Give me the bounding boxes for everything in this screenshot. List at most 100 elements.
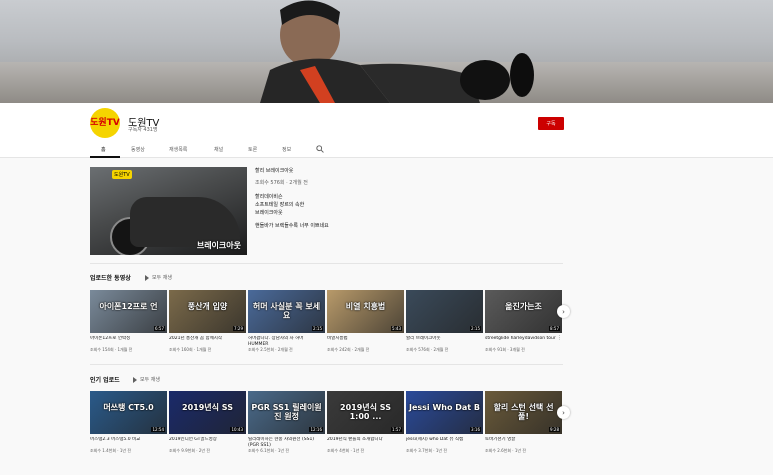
- video-duration: 1:57: [391, 427, 402, 432]
- video-thumbnail[interactable]: 2019년식 SS 1:00 ... 1:57: [327, 391, 404, 434]
- video-title[interactable]: 2019인디언 GT골드영상: [169, 437, 246, 448]
- video-thumbnail[interactable]: Jessi Who Dat B 3:16: [406, 391, 483, 434]
- channel-avatar[interactable]: 도원TV: [90, 108, 120, 138]
- video-meta: 조회수 3.7천회 · 1년 전: [406, 448, 448, 453]
- tab-about[interactable]: 정보: [282, 146, 291, 153]
- video-card[interactable]: 2:15 할리 브레이크아웃 조회수 576회 · 2개월 전: [406, 290, 483, 353]
- video-title[interactable]: streetglide harleydavidson tour: [485, 336, 562, 347]
- video-title[interactable]: 할리 브레이크아웃: [406, 336, 483, 347]
- video-duration: 12:54: [151, 427, 165, 432]
- video-meta: 조회수 160회 · 1개월 전: [169, 347, 212, 352]
- video-card[interactable]: PGR SS1 릴레이원진 원정 12:16 릴리레이하는 현충 사의원선 (SS1…: [248, 391, 325, 454]
- video-card[interactable]: 비열 치흥법 5:43 비열치흥법 조회수 242회 · 2개월 전: [327, 290, 404, 353]
- video-card[interactable]: 머쓰탱 CT5.0 12:54 머스탱2.3 머스탱5.0 비교 조회수 1.4천회 …: [90, 391, 167, 454]
- video-duration: 5:43: [391, 326, 402, 331]
- thumb-tag: 도원TV: [112, 170, 132, 179]
- video-title[interactable]: 허머팝니다. 상남자의 차 허머 HUMMER: [248, 336, 325, 347]
- video-thumbnail[interactable]: 할리 스턴 선택 선 풀! 9:28: [485, 391, 562, 434]
- video-thumbnail[interactable]: 2:15: [406, 290, 483, 333]
- video-thumbnail[interactable]: 머쓰탱 CT5.0 12:54: [90, 391, 167, 434]
- chevron-right-icon: ›: [562, 307, 565, 316]
- channel-banner: [0, 0, 773, 103]
- tab-playlists[interactable]: 재생목록: [169, 146, 187, 153]
- video-card[interactable]: 2019년식 SS 1:00 ... 1:57 2019년식 팬들의 소개합니다 조회…: [327, 391, 404, 454]
- thumbnail-overlay-text: 머쓰탱 CT5.0: [103, 403, 154, 412]
- more-options-icon[interactable]: ⋮: [557, 335, 562, 341]
- subscribe-button[interactable]: 구독: [538, 117, 564, 130]
- video-card[interactable]: 할리 스턴 선택 선 풀! 9:28 토바기천기 영끌 조회수 2.6천회 · 1년 …: [485, 391, 562, 454]
- video-meta: 조회수 91회 · 3개월 전: [485, 347, 525, 352]
- description-line: 소프트테일 장르의 속한: [255, 202, 305, 208]
- thumbnail-overlay-text: 할리 스턴 선택 선 풀!: [493, 403, 554, 421]
- thumbnail-overlay-text: 2019년식 SS: [182, 403, 233, 412]
- video-card[interactable]: 허머 사실분 꼭 보세요 2:15 허머팝니다. 상남자의 차 허머 HUMMER 조…: [248, 290, 325, 353]
- video-title[interactable]: 비열치흥법: [327, 336, 404, 347]
- video-duration: 3:16: [470, 427, 481, 432]
- play-all-uploads[interactable]: 모두 재생: [145, 274, 172, 281]
- video-card[interactable]: 아이폰12프로 언 6:57 아이폰12프로 언박싱 조회수 154회 · 1개월 전: [90, 290, 167, 353]
- video-title[interactable]: 머스탱2.3 머스탱5.0 비교: [90, 437, 167, 448]
- tab-discussion[interactable]: 토론: [248, 146, 257, 153]
- thumbnail-overlay-text: 비열 치흥법: [345, 302, 386, 311]
- video-card[interactable]: 풍산개 입양 7:29 2021년 풍산개 꼼 함께시작 조회수 160회 · 1개월…: [169, 290, 246, 353]
- play-icon: [145, 274, 149, 281]
- description-line: 할리데이비슨: [255, 194, 283, 200]
- featured-video-description-extra: 핸들바가 브렉들수록 너무 이쁘네요: [255, 223, 329, 229]
- shelf-title-popular[interactable]: 인기 업로드: [90, 375, 120, 384]
- video-meta: 조회수 9.9천회 · 2년 전: [169, 448, 211, 453]
- video-thumbnail[interactable]: 비열 치흥법 5:43: [327, 290, 404, 333]
- video-title[interactable]: 아이폰12프로 언박싱: [90, 336, 167, 347]
- video-thumbnail[interactable]: 옮진가는조 8:57: [485, 290, 562, 333]
- thumbnail-overlay-text: 옮진가는조: [505, 302, 542, 311]
- video-title[interactable]: jessi(제시) who Dat 뮤 직캠: [406, 437, 483, 448]
- tab-channels[interactable]: 채널: [214, 146, 223, 153]
- thumbnail-overlay-text: PGR SS1 릴레이원진 원정: [251, 403, 322, 421]
- video-duration: 2:15: [312, 326, 323, 331]
- banner-rider-image: [260, 0, 534, 103]
- video-card[interactable]: 2019년식 SS 10:43 2019인디언 GT골드영상 조회수 9.9천회 · …: [169, 391, 246, 454]
- featured-video-meta: 조회수 576회 · 2개월 전: [255, 180, 308, 186]
- shelf-next-button[interactable]: ›: [557, 305, 570, 318]
- video-title[interactable]: 2021년 풍산개 꼼 함께시작: [169, 336, 246, 347]
- shelf-next-button[interactable]: ›: [557, 406, 570, 419]
- video-meta: 조회수 2.6천회 · 1년 전: [485, 448, 527, 453]
- video-title[interactable]: 토바기천기 영끌: [485, 437, 562, 448]
- active-tab-indicator: [90, 156, 120, 158]
- featured-video-thumbnail[interactable]: 도원TV 브레이크아웃: [90, 167, 247, 255]
- video-meta: 조회수 6.1천회 · 1년 전: [248, 448, 290, 453]
- search-icon[interactable]: [316, 145, 324, 153]
- shelf-title-uploads[interactable]: 업로드한 동영상: [90, 273, 131, 282]
- featured-video-title[interactable]: 할리 브레이크아웃: [255, 167, 293, 174]
- play-all-label: 모두 재생: [140, 377, 160, 383]
- video-meta: 조회수 4천회 · 1년 전: [327, 448, 365, 453]
- thumbnail-overlay-text: 2019년식 SS 1:00 ...: [340, 403, 391, 421]
- description-line: 브레이크아웃: [255, 210, 283, 216]
- thumbnail-overlay-text: Jessi Who Dat B: [409, 403, 480, 412]
- thumbnail-overlay-text: 허머 사실분 꼭 보세요: [252, 302, 321, 320]
- subscriber-count: 구독자 431명: [128, 127, 158, 133]
- video-thumbnail[interactable]: 허머 사실분 꼭 보세요 2:15: [248, 290, 325, 333]
- tab-home[interactable]: 홈: [101, 146, 106, 153]
- play-icon: [133, 376, 137, 383]
- video-title[interactable]: 릴리레이하는 현충 사의원선 (SS1)(PGR SS1): [248, 437, 325, 448]
- video-thumbnail[interactable]: 아이폰12프로 언 6:57: [90, 290, 167, 333]
- play-all-label: 모두 재생: [152, 275, 172, 281]
- thumb-caption: 브레이크아웃: [196, 241, 241, 250]
- thumbnail-overlay-text: 아이폰12프로 언: [99, 302, 158, 311]
- video-duration: 8:57: [549, 326, 560, 331]
- video-title[interactable]: 2019년식 팬들의 소개합니다: [327, 437, 404, 448]
- video-thumbnail[interactable]: 풍산개 입양 7:29: [169, 290, 246, 333]
- thumbnail-overlay-text: 풍산개 입양: [187, 302, 228, 311]
- video-duration: 6:57: [154, 326, 165, 331]
- play-all-popular[interactable]: 모두 재생: [133, 376, 160, 383]
- video-card[interactable]: Jessi Who Dat B 3:16 jessi(제시) who Dat 뮤 직…: [406, 391, 483, 454]
- video-duration: 12:16: [309, 427, 323, 432]
- featured-video-description: 할리데이비슨 소프트테일 장르의 속한 브레이크아웃: [255, 193, 304, 217]
- video-meta: 조회수 576회 · 2개월 전: [406, 347, 449, 352]
- video-thumbnail[interactable]: 2019년식 SS 10:43: [169, 391, 246, 434]
- section-divider: [90, 263, 563, 264]
- tab-videos[interactable]: 동영상: [131, 146, 145, 153]
- video-thumbnail[interactable]: PGR SS1 릴레이원진 원정 12:16: [248, 391, 325, 434]
- video-card[interactable]: 옮진가는조 8:57 streetglide harleydavidson tour…: [485, 290, 562, 353]
- video-duration: 7:29: [233, 326, 244, 331]
